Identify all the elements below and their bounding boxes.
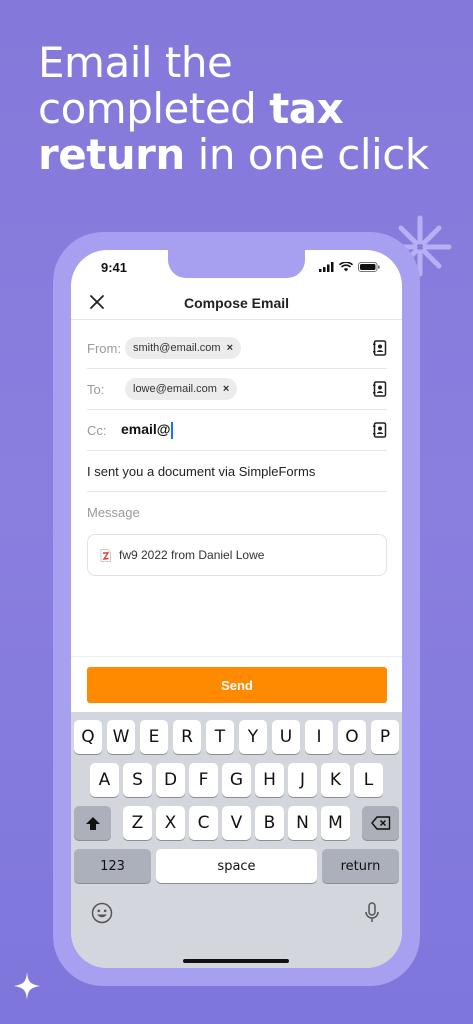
status-icons <box>319 262 380 272</box>
key-p[interactable]: P <box>370 720 400 754</box>
to-row: To: lowe@email.com × <box>87 369 387 410</box>
cc-input[interactable]: email@ <box>121 421 173 439</box>
attachment-name: fw9 2022 from Daniel Lowe <box>119 548 265 562</box>
attachment-card[interactable]: fw9 2022 from Daniel Lowe <box>87 534 387 576</box>
key-f[interactable]: F <box>189 763 218 797</box>
to-label: To: <box>87 381 105 397</box>
to-chip-text: lowe@email.com <box>133 383 217 395</box>
headline-return: return <box>38 130 185 179</box>
remove-from-icon[interactable]: × <box>227 342 233 354</box>
wifi-icon <box>339 262 353 272</box>
compose-header: Compose Email <box>71 286 402 320</box>
return-key[interactable]: return <box>322 849 399 883</box>
key-n[interactable]: N <box>288 806 317 840</box>
compose-title: Compose Email <box>183 295 290 311</box>
key-m[interactable]: M <box>321 806 350 840</box>
headline-tax: tax <box>269 84 344 133</box>
key-e[interactable]: E <box>139 720 169 754</box>
battery-icon <box>358 262 380 272</box>
text-caret <box>171 421 173 439</box>
key-a[interactable]: A <box>90 763 119 797</box>
keyboard-row-2: ASDFGHJKL <box>71 763 402 797</box>
key-d[interactable]: D <box>156 763 185 797</box>
key-s[interactable]: S <box>123 763 152 797</box>
sparkle-star-icon <box>14 972 40 1000</box>
key-t[interactable]: T <box>205 720 235 754</box>
emoji-icon[interactable] <box>91 902 113 924</box>
microphone-icon[interactable] <box>364 902 380 924</box>
key-k[interactable]: K <box>321 763 350 797</box>
contact-book-icon[interactable] <box>373 340 387 356</box>
headline-line-1: Email the <box>38 38 233 87</box>
phone-notch <box>168 250 305 278</box>
from-label: From: <box>87 340 121 356</box>
key-r[interactable]: R <box>172 720 202 754</box>
subject-field[interactable]: I sent you a document via SimpleForms <box>87 464 315 479</box>
key-j[interactable]: J <box>288 763 317 797</box>
key-b[interactable]: B <box>255 806 284 840</box>
keyboard-row-1: QWERTYUIOP <box>71 720 402 754</box>
headline-line-2: completed <box>38 84 270 133</box>
key-g[interactable]: G <box>222 763 251 797</box>
from-chip[interactable]: smith@email.com × <box>125 337 242 359</box>
key-x[interactable]: X <box>156 806 185 840</box>
key-l[interactable]: L <box>354 763 383 797</box>
cc-row[interactable]: Cc: email@ <box>87 410 387 451</box>
from-row: From: smith@email.com × <box>87 328 387 369</box>
contact-book-icon[interactable] <box>373 422 387 438</box>
key-h[interactable]: H <box>255 763 284 797</box>
key-q[interactable]: Q <box>73 720 103 754</box>
phone-screen: 9:41 Compose Email From: smith@email.com… <box>71 250 402 968</box>
key-y[interactable]: Y <box>238 720 268 754</box>
key-o[interactable]: O <box>337 720 367 754</box>
numbers-key[interactable]: 123 <box>74 849 151 883</box>
keyboard-row-3: ZXCVBNM <box>71 806 402 840</box>
home-indicator <box>183 959 289 963</box>
backspace-icon <box>370 816 390 830</box>
shift-icon <box>85 816 100 830</box>
cc-input-text: email@ <box>121 421 171 438</box>
space-key[interactable]: space <box>156 849 317 883</box>
message-placeholder[interactable]: Message <box>87 505 140 520</box>
key-u[interactable]: U <box>271 720 301 754</box>
key-w[interactable]: W <box>106 720 136 754</box>
keyboard: QWERTYUIOP ASDFGHJKL ZXCVBNM 123 space r… <box>71 712 402 968</box>
key-v[interactable]: V <box>222 806 251 840</box>
from-chip-text: smith@email.com <box>133 342 221 354</box>
send-area: Send <box>71 656 402 712</box>
remove-to-icon[interactable]: × <box>223 383 229 395</box>
headline: Email the completed tax return in one cl… <box>38 40 458 178</box>
status-time: 9:41 <box>101 260 128 275</box>
shift-key[interactable] <box>74 806 111 840</box>
contact-book-icon[interactable] <box>373 381 387 397</box>
pdf-file-icon <box>100 548 111 562</box>
keyboard-row-4: 123 space return <box>71 849 402 883</box>
subject-row[interactable]: I sent you a document via SimpleForms <box>87 451 387 492</box>
backspace-key[interactable] <box>362 806 399 840</box>
letter-keys-row-3: ZXCVBNM <box>123 806 350 840</box>
cc-label: Cc: <box>87 422 107 438</box>
key-z[interactable]: Z <box>123 806 152 840</box>
key-i[interactable]: I <box>304 720 334 754</box>
send-button[interactable]: Send <box>87 667 387 703</box>
signal-icon <box>319 262 334 272</box>
key-c[interactable]: C <box>189 806 218 840</box>
to-chip[interactable]: lowe@email.com × <box>125 378 238 400</box>
headline-line-3: in one click <box>184 130 429 179</box>
